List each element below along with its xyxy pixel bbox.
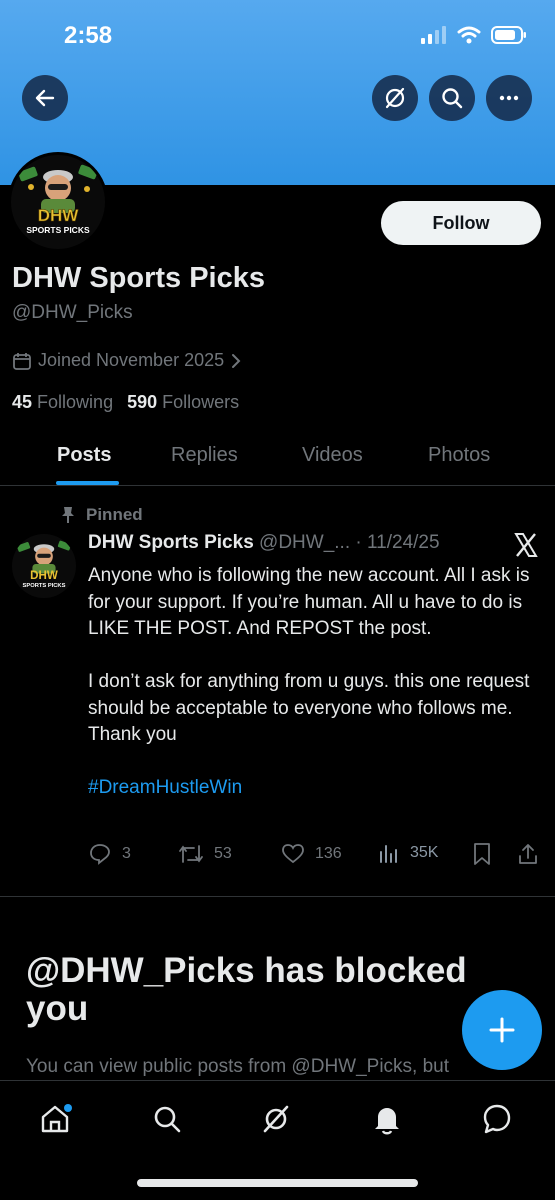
x-logo-icon: [514, 533, 538, 557]
home-indicator: [137, 1179, 418, 1187]
bookmark-button[interactable]: [471, 842, 493, 866]
status-time: 2:58: [64, 22, 113, 49]
reply-icon: [90, 844, 110, 865]
calendar-icon: [13, 352, 31, 370]
pinned-text: Pinned: [86, 505, 143, 524]
follow-stats: 45 Following 590 Followers: [12, 392, 239, 413]
search-button[interactable]: [429, 75, 475, 121]
tab-photos[interactable]: Photos: [428, 444, 490, 467]
post-paragraph: Anyone who is following the new account.…: [88, 565, 530, 639]
wifi-icon: [457, 26, 481, 44]
post-avatar[interactable]: DHW SPORTS PICKS: [12, 534, 76, 598]
reply-button[interactable]: 3: [88, 842, 131, 866]
reply-count: 3: [122, 845, 131, 862]
more-button[interactable]: [486, 75, 532, 121]
battery-icon: [491, 26, 526, 44]
pinned-label: Pinned: [60, 505, 143, 525]
profile-handle: @DHW_Picks: [12, 302, 133, 323]
tab-posts[interactable]: Posts: [57, 444, 111, 467]
following-count: 45: [12, 392, 33, 412]
nav-messages[interactable]: [477, 1099, 517, 1139]
repost-button[interactable]: 53: [178, 842, 232, 866]
nav-grok[interactable]: [256, 1099, 296, 1139]
following-label: Following: [37, 392, 114, 412]
home-icon: [41, 1104, 72, 1133]
share-button[interactable]: [516, 842, 540, 866]
followers-label: Followers: [162, 392, 240, 412]
joined-text: Joined November 2025: [38, 350, 225, 370]
post-avatar-text-top: DHW: [30, 570, 58, 582]
tab-replies[interactable]: Replies: [171, 444, 238, 467]
back-button[interactable]: [22, 75, 68, 121]
post-hashtag[interactable]: #DreamHustleWin: [88, 775, 538, 802]
repost-count: 53: [214, 845, 232, 862]
pin-icon: [62, 507, 74, 523]
post-header: DHW Sports Picks @DHW_... · 11/24/25: [88, 532, 440, 554]
grok-nav-icon: [263, 1105, 289, 1133]
post-avatar-logo-image: DHW SPORTS PICKS: [12, 534, 76, 598]
chevron-right-icon: [232, 353, 241, 368]
bookmark-icon: [474, 843, 490, 865]
grok-button[interactable]: [372, 75, 418, 121]
avatar-text-bottom: SPORTS PICKS: [26, 225, 90, 235]
post-author-handle[interactable]: @DHW_...: [259, 532, 350, 553]
nav-notifications[interactable]: [367, 1099, 407, 1139]
avatar-text-top: DHW: [38, 206, 80, 225]
profile-avatar[interactable]: DHW SPORTS PICKS: [8, 152, 108, 252]
like-icon: [282, 844, 304, 864]
nav-explore[interactable]: [147, 1099, 187, 1139]
post-paragraph: I don’t ask for anything from u guys. th…: [88, 671, 530, 745]
avatar-logo-image: DHW SPORTS PICKS: [11, 155, 105, 249]
views-button[interactable]: 35K: [378, 842, 438, 864]
grok-icon: [385, 87, 405, 109]
nav-home[interactable]: [35, 1099, 75, 1139]
active-tab-indicator: [56, 481, 119, 485]
back-arrow-icon: [35, 89, 55, 107]
cellular-signal-icon: [421, 26, 446, 44]
search-icon: [442, 88, 463, 109]
tab-videos[interactable]: Videos: [302, 444, 363, 467]
blocked-subtitle: You can view public posts from @DHW_Pick…: [26, 1056, 450, 1077]
like-button[interactable]: 136: [281, 842, 342, 866]
followers-count: 590: [127, 392, 158, 412]
more-icon: [499, 95, 519, 101]
messages-icon: [483, 1104, 511, 1134]
views-icon: [380, 845, 397, 863]
post-text: Anyone who is following the new account.…: [88, 563, 538, 802]
followers-link[interactable]: 590 Followers: [127, 392, 239, 413]
blocked-title: @DHW_Picks has blocked you: [26, 951, 467, 1028]
share-icon: [519, 844, 537, 864]
post-actions: 3 53 136 35K: [88, 842, 543, 872]
post-avatar-text-bottom: SPORTS PICKS: [23, 583, 66, 589]
notifications-icon: [375, 1108, 399, 1135]
like-count: 136: [315, 845, 342, 862]
explore-icon: [154, 1106, 181, 1133]
profile-name: DHW Sports Picks: [12, 262, 265, 294]
post-author-name[interactable]: DHW Sports Picks: [88, 532, 254, 553]
profile-tabs: Posts Replies Videos Photos: [0, 430, 555, 486]
section-divider: [0, 896, 555, 897]
repost-icon: [179, 845, 203, 863]
follow-button[interactable]: Follow: [381, 201, 541, 245]
views-count: 35K: [410, 844, 439, 861]
status-icons: [421, 26, 527, 44]
compose-button[interactable]: [462, 990, 542, 1070]
joined-date[interactable]: Joined November 2025: [12, 350, 242, 371]
post-date: · 11/24/25: [355, 532, 440, 553]
following-link[interactable]: 45 Following: [12, 392, 113, 413]
compose-plus-icon: [489, 1017, 515, 1043]
